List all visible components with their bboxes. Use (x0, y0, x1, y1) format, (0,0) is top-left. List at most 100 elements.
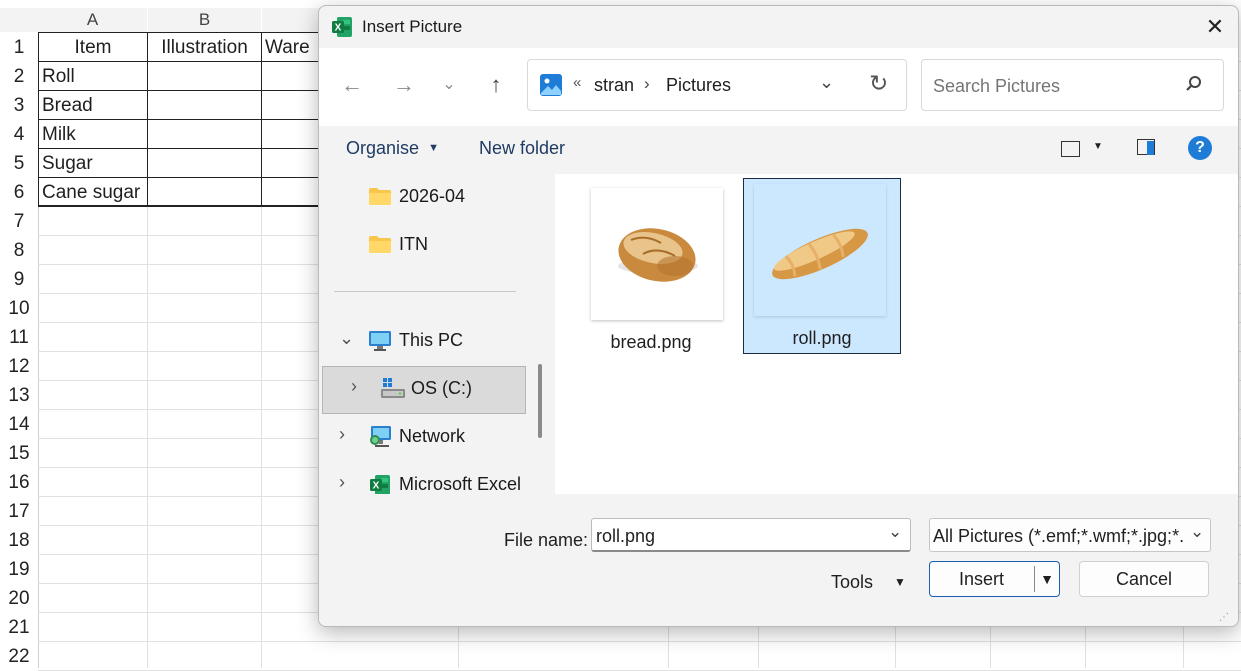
file-item-bread[interactable]: bread.png (573, 182, 729, 356)
column-header-b[interactable]: B (148, 8, 261, 32)
caret-down-icon: ▼ (1040, 571, 1054, 587)
row-header[interactable]: 12 (0, 352, 38, 381)
insert-options-button[interactable]: ▼ (1036, 562, 1058, 596)
cell-item-sugar[interactable]: Sugar (39, 149, 147, 178)
chevron-down-icon: ⌄ (819, 72, 835, 92)
up-button[interactable]: ↑ (481, 70, 511, 100)
nav-item-microsoft-excel[interactable]: › X Microsoft Excel (319, 462, 551, 494)
forward-button[interactable]: → (389, 70, 419, 100)
address-dropdown-button[interactable]: ⌄ (819, 72, 834, 93)
help-button[interactable]: ? (1188, 136, 1212, 160)
chevron-right-icon[interactable]: › (339, 472, 345, 493)
row-header[interactable]: 3 (0, 91, 38, 120)
roll-thumbnail (754, 184, 886, 316)
column-header-c[interactable] (262, 8, 322, 32)
row-header[interactable]: 1 (0, 33, 38, 62)
nav-item-this-pc[interactable]: ⌄ This PC (319, 318, 551, 366)
file-name-roll: roll.png (792, 328, 852, 348)
nav-label-2026-04: 2026-04 (399, 186, 466, 206)
column-header-a[interactable]: A (38, 8, 147, 32)
navigation-pane: 2026-04 ITN ⌄ This PC › OS (C:) › Networ… (319, 174, 551, 494)
cell-item-roll[interactable]: Roll (39, 62, 147, 91)
row-header[interactable]: 13 (0, 381, 38, 410)
dialog-titlebar[interactable]: X Insert Picture ✕ (319, 6, 1238, 48)
row-header[interactable]: 4 (0, 120, 38, 149)
back-button[interactable]: ← (337, 70, 367, 100)
chevron-right-icon[interactable]: › (339, 424, 345, 445)
cell-item-milk[interactable]: Milk (39, 120, 147, 149)
row-header[interactable]: 7 (0, 207, 38, 236)
row-header[interactable]: 11 (0, 323, 38, 352)
select-all-corner[interactable] (0, 8, 38, 32)
row-header[interactable]: 16 (0, 468, 38, 497)
search-box[interactable] (921, 59, 1224, 111)
organise-menu[interactable]: Organise ▼ (346, 138, 439, 159)
address-bar[interactable]: « stran › Pictures ⌄ ↻ (527, 59, 907, 111)
row-header[interactable]: 9 (0, 265, 38, 294)
row-header[interactable]: 17 (0, 497, 38, 526)
row-header[interactable]: 22 (0, 642, 38, 671)
gridline (38, 641, 1241, 642)
breadcrumb-pictures[interactable]: Pictures (666, 75, 731, 96)
overflow-crumb[interactable]: « (573, 74, 581, 91)
close-button[interactable]: ✕ (1198, 10, 1232, 44)
view-options-button[interactable]: ▼ (1059, 139, 1103, 161)
chevron-right-icon[interactable]: › (351, 376, 357, 397)
row-header[interactable]: 20 (0, 584, 38, 613)
cell-item-cane-sugar[interactable]: Cane sugar (39, 178, 147, 207)
resize-grip-icon[interactable]: ⋰ (1219, 612, 1229, 623)
nav-label-this-pc: This PC (399, 330, 464, 350)
cancel-button[interactable]: Cancel (1079, 561, 1209, 597)
view-icon (1061, 141, 1080, 157)
preview-pane-button[interactable] (1137, 139, 1157, 157)
search-icon[interactable] (1184, 74, 1206, 96)
caret-down-icon: ▼ (428, 142, 439, 154)
nav-label-network: Network (399, 426, 466, 446)
row-header[interactable]: 10 (0, 294, 38, 323)
refresh-button[interactable]: ↻ (869, 70, 888, 97)
file-name-bread: bread.png (610, 332, 692, 352)
search-input[interactable] (931, 73, 1175, 99)
cell-item-bread[interactable]: Bread (39, 91, 147, 120)
row-header[interactable]: 6 (0, 178, 38, 207)
new-folder-button[interactable]: New folder (479, 138, 565, 159)
tools-menu[interactable]: Tools ▼ (831, 572, 906, 593)
row-header[interactable]: 18 (0, 526, 38, 555)
folder-icon (369, 188, 391, 205)
nav-item-itn[interactable]: ITN (319, 222, 551, 270)
drive-icon (381, 378, 405, 400)
row-header[interactable]: 19 (0, 555, 38, 584)
network-icon (369, 426, 393, 448)
file-list: bread.png roll.png (555, 174, 1238, 494)
row-header[interactable]: 15 (0, 439, 38, 468)
insert-button[interactable]: Insert ▼ (929, 561, 1060, 597)
insert-picture-dialog: X Insert Picture ✕ ← → ⌄ ↑ « stran › Pic… (318, 5, 1239, 627)
row-header[interactable]: 14 (0, 410, 38, 439)
file-type-select[interactable]: All Pictures (*.emf;*.wmf;*.jpg;*. ⌄ (929, 518, 1211, 552)
caret-down-icon: ▼ (1093, 141, 1103, 152)
arrow-up-icon: ↑ (490, 72, 502, 97)
header-cell-item[interactable]: Item (39, 33, 147, 62)
nav-item-network[interactable]: › Network (319, 414, 551, 462)
pictures-icon (540, 74, 562, 96)
nav-item-os-c[interactable]: › OS (C:) (322, 366, 526, 414)
row-header[interactable]: 8 (0, 236, 38, 265)
navigation-bar: ← → ⌄ ↑ « stran › Pictures ⌄ ↻ (319, 48, 1238, 126)
svg-text:X: X (373, 481, 380, 492)
file-name-field[interactable]: roll.png ⌄ (591, 518, 911, 552)
arrow-left-icon: ← (341, 72, 363, 97)
header-cell-illustration[interactable]: Illustration (148, 33, 261, 62)
header-cell-ware[interactable]: Ware (262, 33, 322, 62)
nav-item-2026-04[interactable]: 2026-04 (319, 174, 551, 222)
row-header[interactable]: 2 (0, 62, 38, 91)
nav-pane-scrollbar[interactable] (538, 364, 542, 438)
chevron-down-icon[interactable]: ⌄ (339, 328, 354, 349)
recent-locations-button[interactable]: ⌄ (434, 70, 464, 100)
breadcrumb-stran[interactable]: stran (594, 75, 634, 96)
row-header[interactable]: 21 (0, 613, 38, 642)
chevron-down-icon[interactable]: ⌄ (888, 522, 902, 542)
file-name-value[interactable]: roll.png (596, 526, 655, 547)
chevron-down-icon: ⌄ (442, 76, 456, 93)
row-header[interactable]: 5 (0, 149, 38, 178)
file-item-roll[interactable]: roll.png (743, 178, 901, 354)
